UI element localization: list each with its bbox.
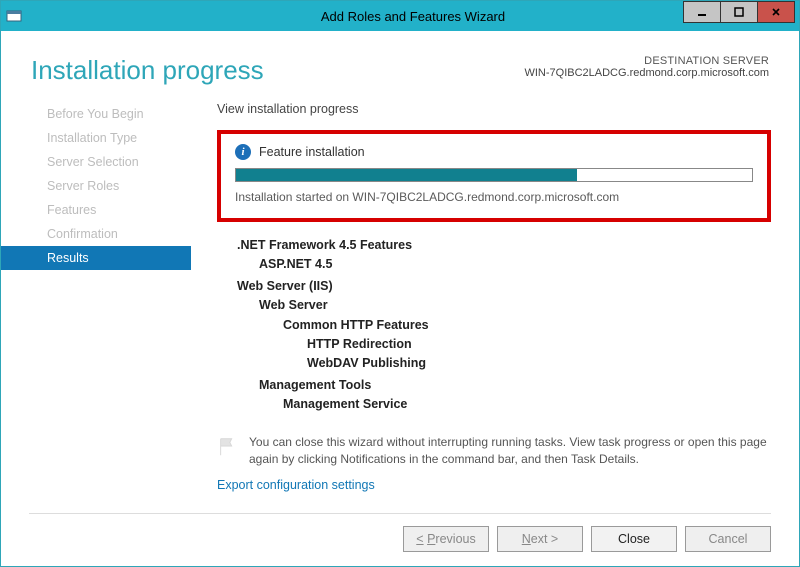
titlebar[interactable]: Add Roles and Features Wizard — [1, 1, 799, 31]
main-panel: View installation progress i Feature ins… — [191, 96, 799, 507]
tree-http-redirection: HTTP Redirection — [223, 335, 771, 354]
progress-bar — [235, 168, 753, 182]
body: Before You Begin Installation Type Serve… — [1, 96, 799, 507]
wizard-window: Add Roles and Features Wizard Installati… — [0, 0, 800, 567]
destination-info: DESTINATION SERVER WIN-7QIBC2LADCG.redmo… — [524, 55, 769, 79]
previous-button: < Previous — [403, 526, 489, 552]
footer: < Previous Next > Close Cancel — [1, 514, 799, 566]
sidebar-item-results[interactable]: Results — [1, 246, 191, 270]
feature-tree: .NET Framework 4.5 Features ASP.NET 4.5 … — [217, 236, 771, 414]
close-button[interactable]: Close — [591, 526, 677, 552]
tree-common-http: Common HTTP Features — [223, 316, 771, 335]
progress-status: Installation started on WIN-7QIBC2LADCG.… — [235, 190, 753, 204]
app-icon — [1, 8, 27, 24]
maximize-button[interactable] — [720, 1, 758, 23]
window-controls — [684, 1, 795, 23]
sidebar: Before You Begin Installation Type Serve… — [1, 96, 191, 507]
tree-aspnet: ASP.NET 4.5 — [223, 255, 771, 274]
tree-management-service: Management Service — [223, 395, 771, 414]
flag-icon — [217, 436, 239, 458]
info-icon: i — [235, 144, 251, 160]
progress-title: Feature installation — [259, 145, 365, 159]
progress-box: i Feature installation Installation star… — [217, 130, 771, 222]
sidebar-item-server-roles: Server Roles — [1, 174, 191, 198]
sidebar-item-confirmation: Confirmation — [1, 222, 191, 246]
close-window-button[interactable] — [757, 1, 795, 23]
tree-net-framework: .NET Framework 4.5 Features — [223, 236, 771, 255]
info-row: You can close this wizard without interr… — [217, 434, 771, 468]
view-progress-label: View installation progress — [217, 102, 771, 116]
header: Installation progress DESTINATION SERVER… — [1, 31, 799, 96]
info-text: You can close this wizard without interr… — [249, 434, 771, 468]
tree-web-server: Web Server — [223, 296, 771, 315]
cancel-button: Cancel — [685, 526, 771, 552]
sidebar-item-before-you-begin: Before You Begin — [1, 102, 191, 126]
tree-management-tools: Management Tools — [223, 376, 771, 395]
sidebar-item-features: Features — [1, 198, 191, 222]
export-config-link[interactable]: Export configuration settings — [217, 478, 375, 492]
destination-server: WIN-7QIBC2LADCG.redmond.corp.microsoft.c… — [524, 67, 769, 79]
progress-fill — [236, 169, 577, 181]
next-button: Next > — [497, 526, 583, 552]
destination-label: DESTINATION SERVER — [524, 55, 769, 67]
tree-webdav-publishing: WebDAV Publishing — [223, 354, 771, 373]
progress-header: i Feature installation — [235, 144, 753, 160]
sidebar-item-server-selection: Server Selection — [1, 150, 191, 174]
page-title: Installation progress — [31, 55, 264, 86]
sidebar-item-installation-type: Installation Type — [1, 126, 191, 150]
minimize-button[interactable] — [683, 1, 721, 23]
tree-web-server-iis: Web Server (IIS) — [223, 277, 771, 296]
